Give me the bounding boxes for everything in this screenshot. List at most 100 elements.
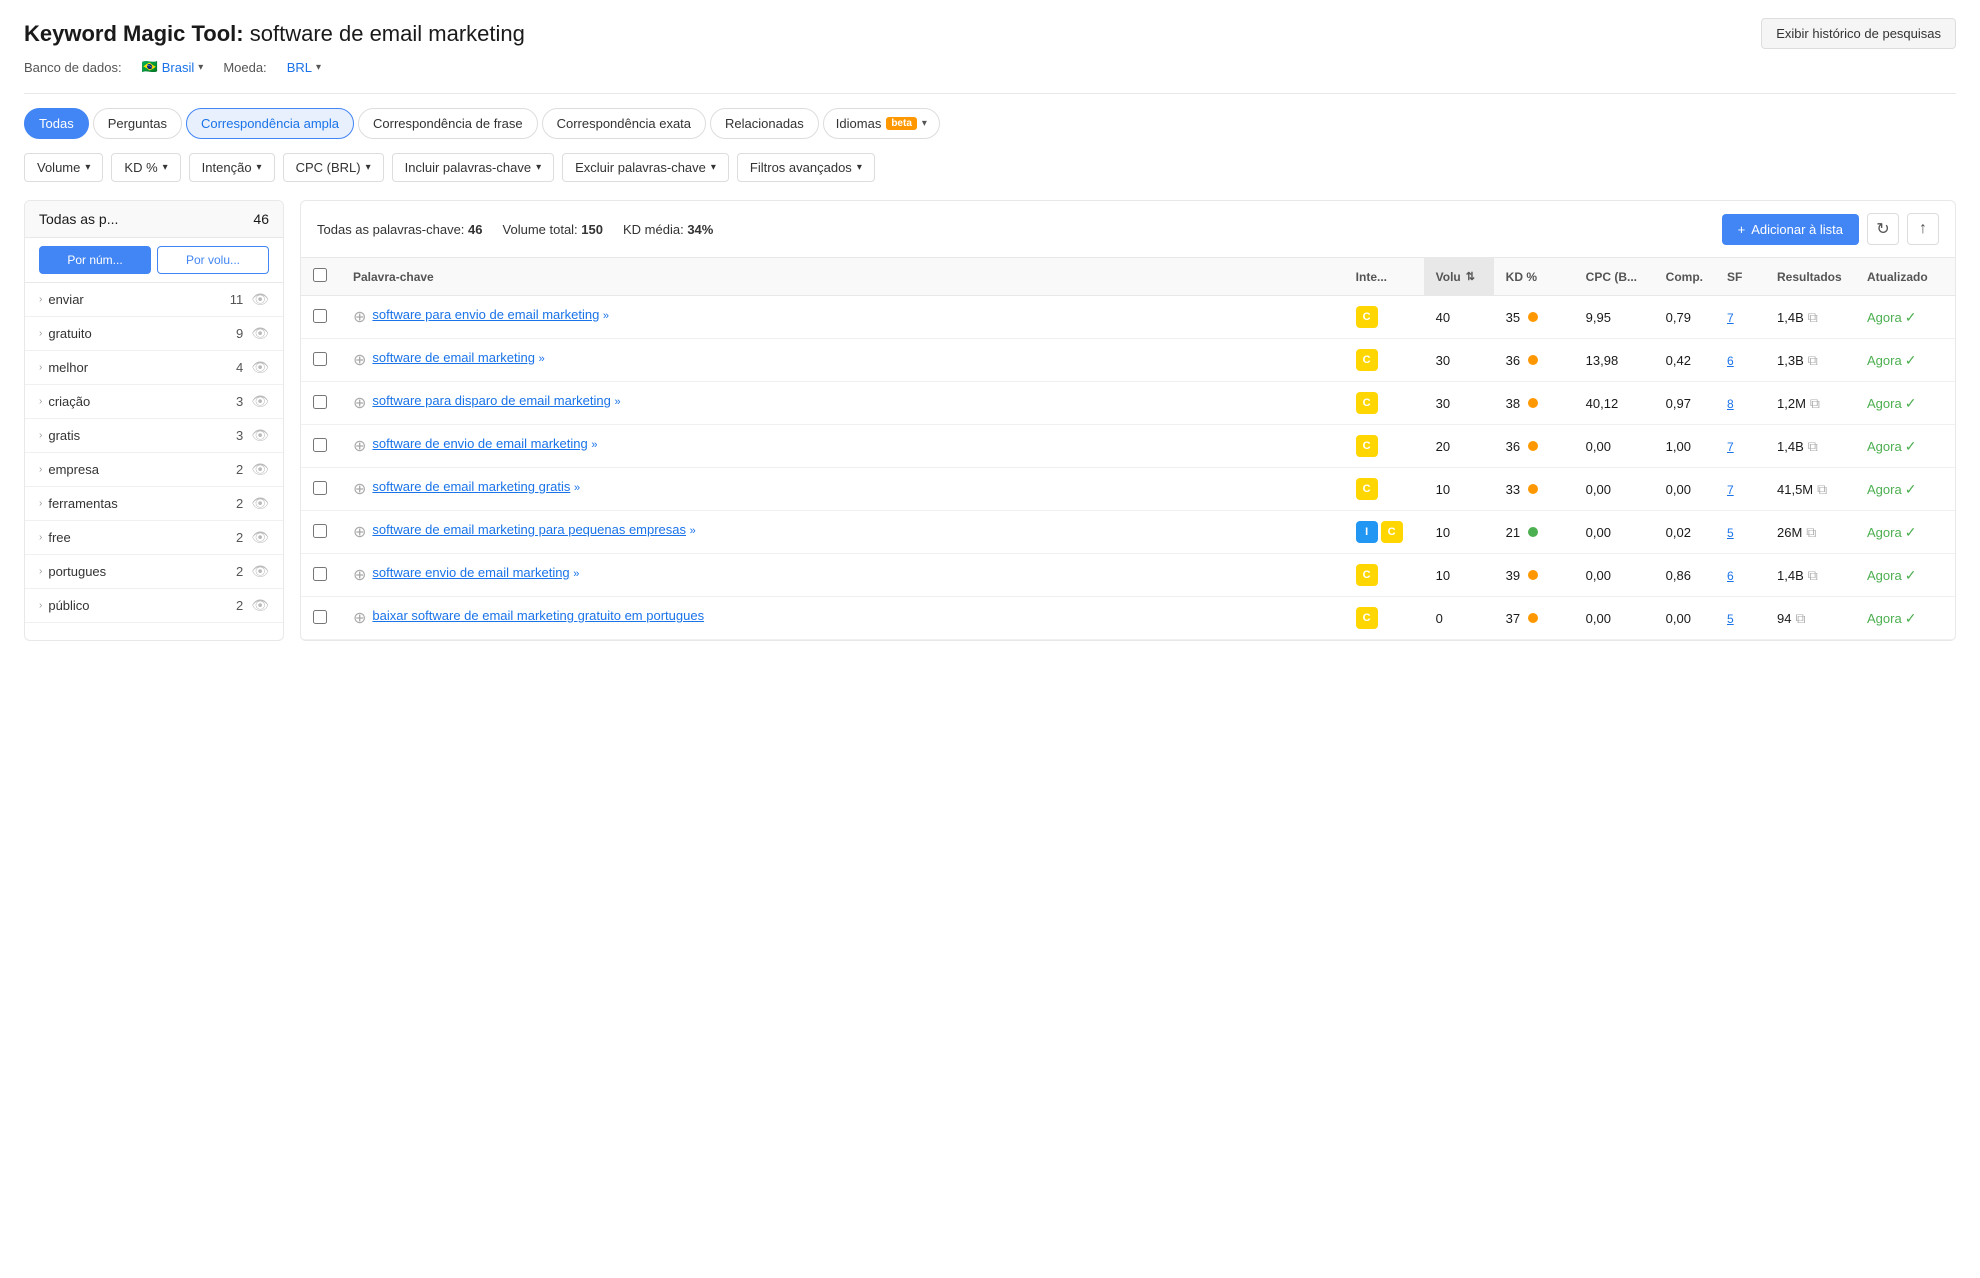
eye-icon[interactable]: 👁 bbox=[251, 325, 269, 342]
copy-icon[interactable]: ⧉ bbox=[1808, 352, 1818, 369]
chevron-down-icon: ▾ bbox=[536, 162, 541, 173]
eye-icon[interactable]: 👁 bbox=[251, 291, 269, 308]
filter-volume[interactable]: Volume ▾ bbox=[24, 153, 103, 182]
kd-dot bbox=[1528, 398, 1538, 408]
add-keyword-icon[interactable]: ⊕ bbox=[353, 307, 366, 327]
eye-icon[interactable]: 👁 bbox=[251, 563, 269, 580]
select-all-checkbox[interactable] bbox=[313, 268, 327, 282]
th-comp: Comp. bbox=[1654, 258, 1715, 296]
row-checkbox[interactable] bbox=[313, 481, 327, 495]
list-item[interactable]: › portugues 2 👁 bbox=[25, 555, 283, 589]
chevron-down-icon-idiomas: ▾ bbox=[922, 118, 927, 129]
filter-advanced[interactable]: Filtros avançados ▾ bbox=[737, 153, 875, 182]
filter-kd[interactable]: KD % ▾ bbox=[111, 153, 180, 182]
tab-relacionadas[interactable]: Relacionadas bbox=[710, 108, 819, 139]
sf-link[interactable]: 7 bbox=[1727, 440, 1734, 454]
filter-include-keywords[interactable]: Incluir palavras-chave ▾ bbox=[392, 153, 554, 182]
keyword-link[interactable]: software de envio de email marketing bbox=[372, 436, 587, 451]
kd-dot bbox=[1528, 570, 1538, 580]
copy-icon[interactable]: ⧉ bbox=[1810, 395, 1820, 412]
cell-keyword: ⊕ software de email marketing para peque… bbox=[341, 511, 1344, 554]
database-selector[interactable]: 🇧🇷 Brasil ▾ bbox=[142, 59, 204, 75]
filter-intention[interactable]: Intenção ▾ bbox=[189, 153, 275, 182]
tab-perguntas[interactable]: Perguntas bbox=[93, 108, 182, 139]
filter-cpc[interactable]: CPC (BRL) ▾ bbox=[283, 153, 384, 182]
eye-icon[interactable]: 👁 bbox=[251, 359, 269, 376]
list-item[interactable]: › gratis 3 👁 bbox=[25, 419, 283, 453]
tab-correspondencia-exata[interactable]: Correspondência exata bbox=[542, 108, 706, 139]
kd-dot bbox=[1528, 312, 1538, 322]
row-checkbox[interactable] bbox=[313, 524, 327, 538]
tabs-bar: Todas Perguntas Correspondência ampla Co… bbox=[24, 108, 1956, 139]
sf-link[interactable]: 6 bbox=[1727, 354, 1734, 368]
row-checkbox[interactable] bbox=[313, 395, 327, 409]
list-item[interactable]: › empresa 2 👁 bbox=[25, 453, 283, 487]
sf-link[interactable]: 7 bbox=[1727, 311, 1734, 325]
copy-icon[interactable]: ⧉ bbox=[1808, 438, 1818, 455]
eye-icon[interactable]: 👁 bbox=[251, 529, 269, 546]
add-keyword-icon[interactable]: ⊕ bbox=[353, 393, 366, 413]
filter-exclude-keywords[interactable]: Excluir palavras-chave ▾ bbox=[562, 153, 729, 182]
th-volume[interactable]: Volu⇅ bbox=[1424, 258, 1494, 296]
tab-todas[interactable]: Todas bbox=[24, 108, 89, 139]
keyword-link[interactable]: software de email marketing bbox=[372, 350, 535, 365]
copy-icon[interactable]: ⧉ bbox=[1806, 524, 1816, 541]
export-button[interactable]: ↑ bbox=[1907, 213, 1939, 245]
add-keyword-icon[interactable]: ⊕ bbox=[353, 565, 366, 585]
copy-icon[interactable]: ⧉ bbox=[1808, 309, 1818, 326]
tab-correspondencia-frase[interactable]: Correspondência de frase bbox=[358, 108, 538, 139]
tab-correspondencia-ampla[interactable]: Correspondência ampla bbox=[186, 108, 354, 139]
list-item[interactable]: › ferramentas 2 👁 bbox=[25, 487, 283, 521]
sf-link[interactable]: 5 bbox=[1727, 612, 1734, 626]
add-keyword-icon[interactable]: ⊕ bbox=[353, 479, 366, 499]
keyword-link[interactable]: software de email marketing para pequena… bbox=[372, 522, 686, 537]
add-keyword-icon[interactable]: ⊕ bbox=[353, 436, 366, 456]
cell-sf: 6 bbox=[1715, 339, 1765, 382]
keyword-link[interactable]: software de email marketing gratis bbox=[372, 479, 570, 494]
list-item[interactable]: › criação 3 👁 bbox=[25, 385, 283, 419]
refresh-button[interactable]: ↻ bbox=[1867, 213, 1899, 245]
cell-comp: 0,42 bbox=[1654, 339, 1715, 382]
sf-link[interactable]: 6 bbox=[1727, 569, 1734, 583]
chevron-right-icon: › bbox=[39, 328, 42, 339]
eye-icon[interactable]: 👁 bbox=[251, 427, 269, 444]
copy-icon[interactable]: ⧉ bbox=[1817, 481, 1827, 498]
copy-icon[interactable]: ⧉ bbox=[1808, 567, 1818, 584]
keyword-link[interactable]: baixar software de email marketing gratu… bbox=[372, 608, 704, 623]
list-item[interactable]: › melhor 4 👁 bbox=[25, 351, 283, 385]
divider bbox=[24, 93, 1956, 94]
list-item[interactable]: › free 2 👁 bbox=[25, 521, 283, 555]
row-checkbox[interactable] bbox=[313, 610, 327, 624]
list-item[interactable]: › gratuito 9 👁 bbox=[25, 317, 283, 351]
eye-icon[interactable]: 👁 bbox=[251, 597, 269, 614]
eye-icon[interactable]: 👁 bbox=[251, 461, 269, 478]
flag-icon: 🇧🇷 bbox=[142, 59, 158, 75]
sidebar-btn-by-volume[interactable]: Por volu... bbox=[157, 246, 269, 274]
copy-icon[interactable]: ⧉ bbox=[1795, 610, 1805, 627]
add-keyword-icon[interactable]: ⊕ bbox=[353, 608, 366, 628]
eye-icon[interactable]: 👁 bbox=[251, 495, 269, 512]
chevron-right-icon: › bbox=[39, 396, 42, 407]
sidebar-btn-by-number[interactable]: Por núm... bbox=[39, 246, 151, 274]
add-keyword-icon[interactable]: ⊕ bbox=[353, 350, 366, 370]
row-checkbox[interactable] bbox=[313, 567, 327, 581]
table-row: ⊕ software para disparo de email marketi… bbox=[301, 382, 1955, 425]
history-button[interactable]: Exibir histórico de pesquisas bbox=[1761, 18, 1956, 49]
add-keyword-icon[interactable]: ⊕ bbox=[353, 522, 366, 542]
keyword-link[interactable]: software para envio de email marketing bbox=[372, 307, 599, 322]
tab-idiomas[interactable]: Idiomas beta ▾ bbox=[823, 108, 940, 139]
total-keywords-label: Todas as palavras-chave: 46 bbox=[317, 222, 483, 237]
sf-link[interactable]: 8 bbox=[1727, 397, 1734, 411]
list-item[interactable]: › público 2 👁 bbox=[25, 589, 283, 623]
currency-selector[interactable]: BRL ▾ bbox=[287, 60, 321, 75]
row-checkbox[interactable] bbox=[313, 352, 327, 366]
keyword-link[interactable]: software envio de email marketing bbox=[372, 565, 569, 580]
sf-link[interactable]: 5 bbox=[1727, 526, 1734, 540]
list-item[interactable]: › enviar 11 👁 bbox=[25, 283, 283, 317]
eye-icon[interactable]: 👁 bbox=[251, 393, 269, 410]
row-checkbox[interactable] bbox=[313, 438, 327, 452]
add-to-list-button[interactable]: + Adicionar à lista bbox=[1722, 214, 1859, 245]
row-checkbox[interactable] bbox=[313, 309, 327, 323]
keyword-link[interactable]: software para disparo de email marketing bbox=[372, 393, 610, 408]
sf-link[interactable]: 7 bbox=[1727, 483, 1734, 497]
